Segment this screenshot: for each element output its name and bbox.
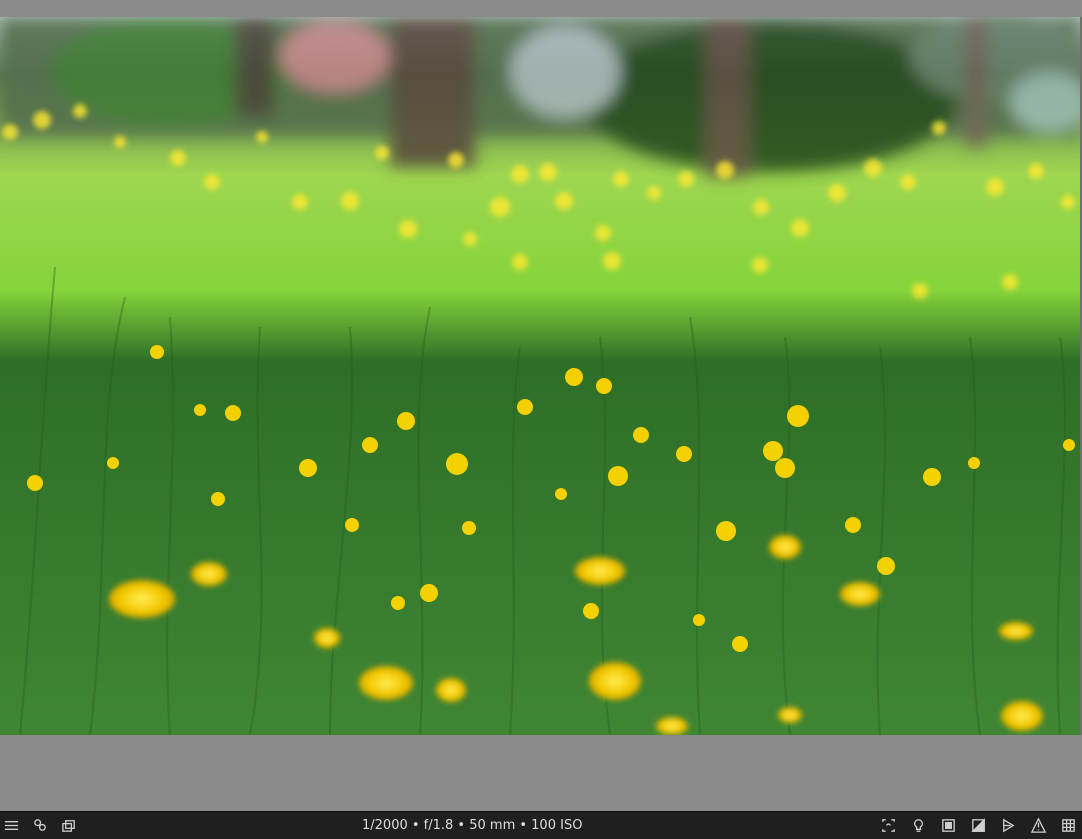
meadow-photo-image — [0, 17, 1080, 735]
color-picker-icon[interactable] — [31, 816, 49, 834]
photo-preview[interactable] — [0, 17, 1082, 735]
right-toolbar-group — [879, 816, 1077, 834]
grid-icon[interactable] — [1059, 816, 1077, 834]
bottom-toolbar: 1/2000 • f/1.8 • 50 mm • 100 ISO — [0, 811, 1082, 839]
left-toolbar-group — [2, 816, 78, 834]
focus-peaking-icon[interactable] — [879, 816, 897, 834]
bulb-icon[interactable] — [909, 816, 927, 834]
exif-info: 1/2000 • f/1.8 • 50 mm • 100 ISO — [362, 818, 583, 833]
image-workspace — [0, 0, 1082, 811]
overlay-icon[interactable] — [939, 816, 957, 834]
duplicate-icon[interactable] — [60, 816, 78, 834]
gamut-check-icon[interactable] — [999, 816, 1017, 834]
softproof-icon[interactable] — [969, 816, 987, 834]
warning-icon[interactable] — [1029, 816, 1047, 834]
hamburger-menu-icon[interactable] — [2, 816, 20, 834]
